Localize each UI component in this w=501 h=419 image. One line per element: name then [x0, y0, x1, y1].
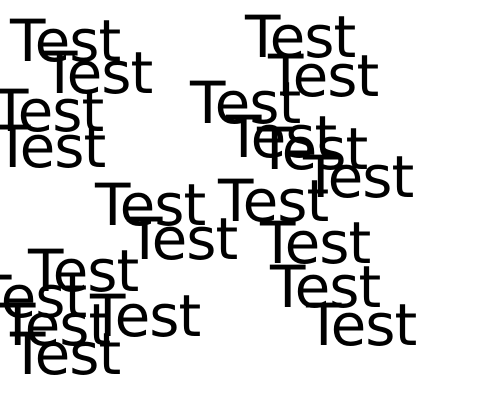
test-word: Test [306, 291, 417, 359]
test-word-canvas: Test Test Test Test Test Test Test Test … [0, 0, 501, 419]
test-word: Test [127, 205, 238, 273]
test-word: Test [0, 113, 106, 181]
test-word: Test [10, 320, 121, 388]
